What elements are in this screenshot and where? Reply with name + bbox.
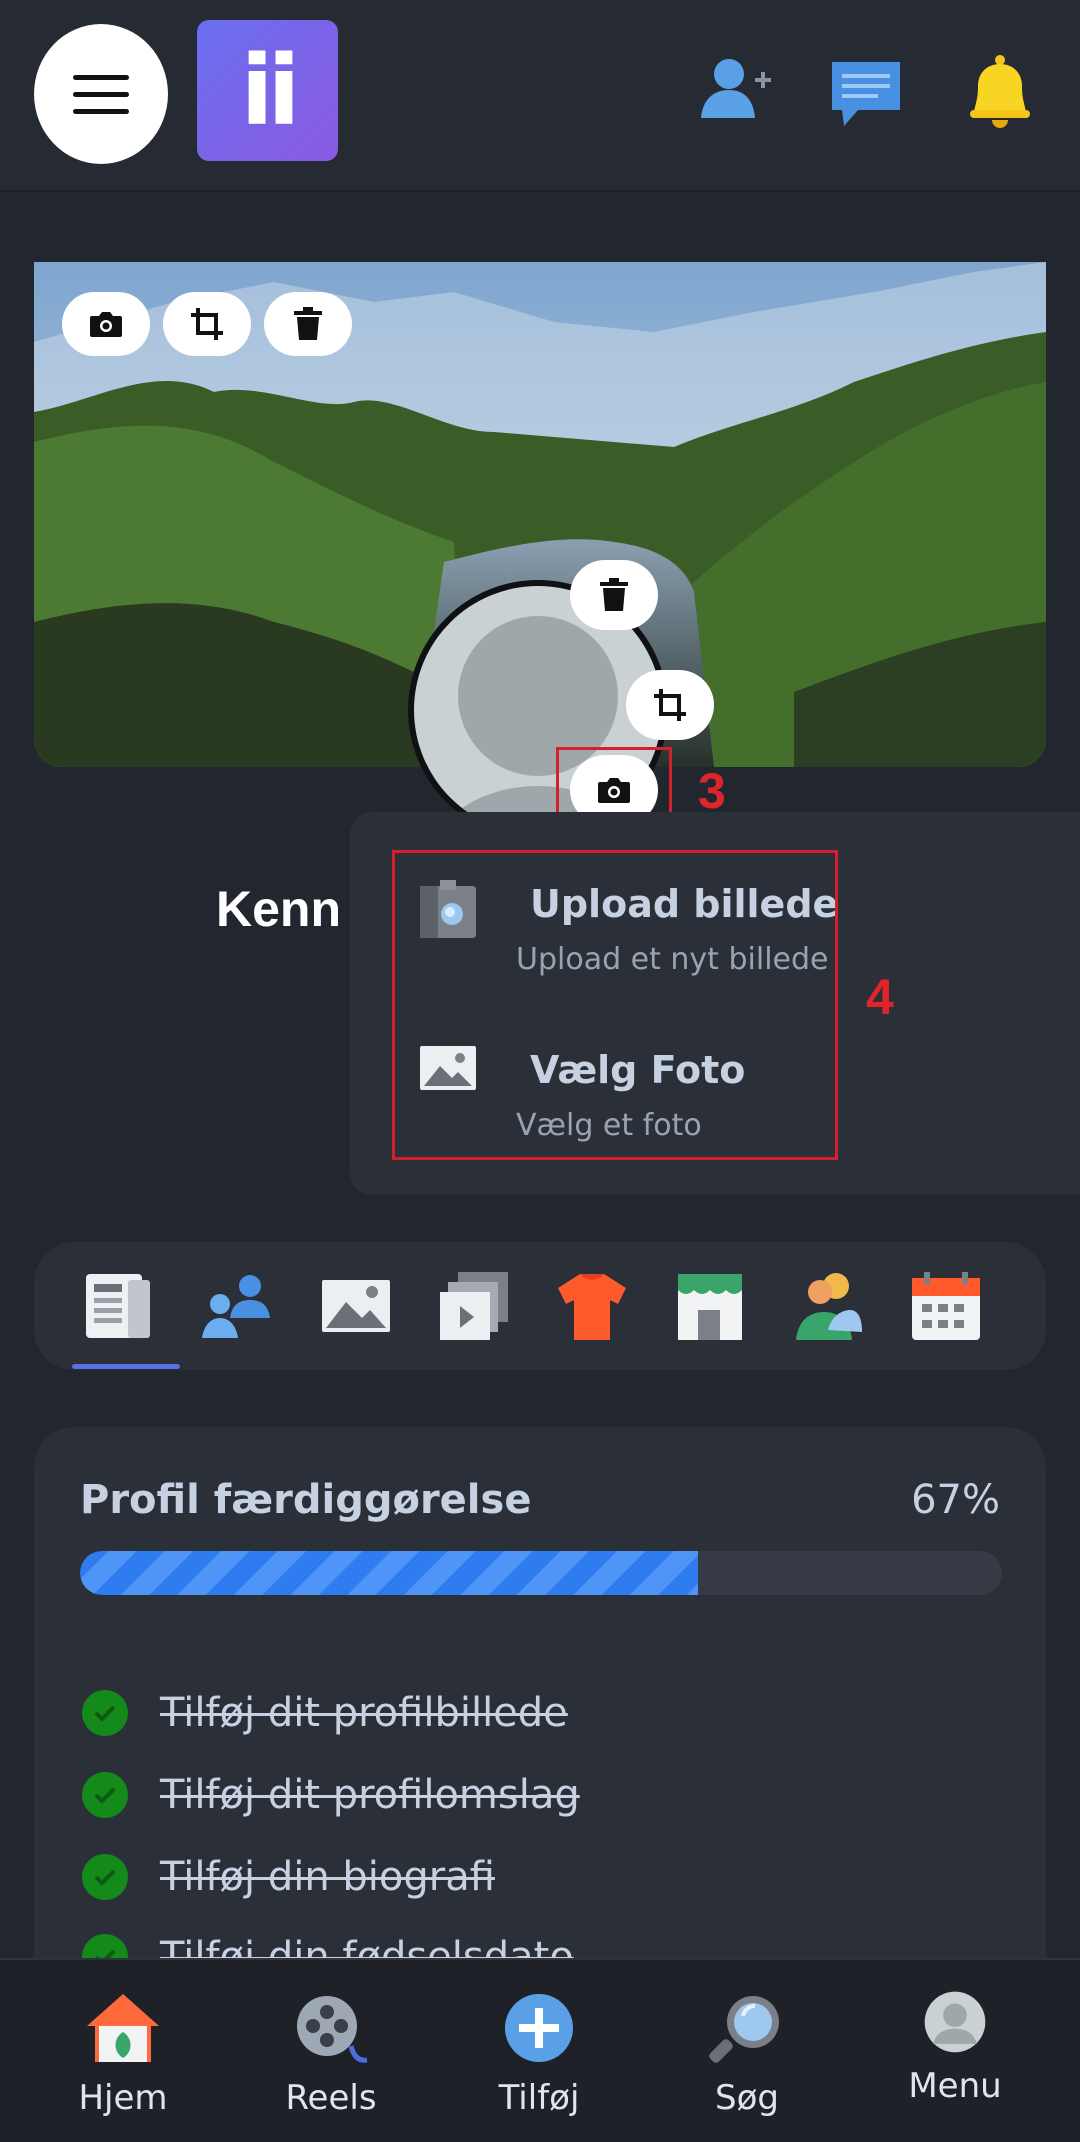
- videos-icon[interactable]: [438, 1270, 510, 1342]
- search-icon: [709, 1996, 779, 2063]
- avatar-delete-button[interactable]: [570, 560, 658, 630]
- completion-progress-bar: [80, 1551, 1002, 1595]
- task-text: Tilføj dit profilomslag: [160, 1772, 580, 1818]
- nav-menu-label: Menu: [908, 2066, 1002, 2106]
- nav-reels[interactable]: Reels: [241, 1990, 421, 2118]
- user-menu-icon: [924, 1991, 986, 2053]
- crop-icon: [654, 689, 686, 721]
- avatar-crop-button[interactable]: [626, 670, 714, 740]
- hamburger-menu-button[interactable]: [34, 24, 168, 164]
- active-tab-indicator: [72, 1364, 180, 1369]
- posts-icon[interactable]: [82, 1270, 154, 1342]
- film-reel-icon: [297, 1996, 368, 2063]
- task-item[interactable]: Tilføj dit profilbillede: [82, 1683, 568, 1743]
- completion-title: Profil færdiggørelse: [80, 1477, 532, 1523]
- crop-icon: [191, 308, 223, 340]
- hamburger-menu-icon: [73, 74, 129, 80]
- cover-delete-button[interactable]: [264, 292, 352, 356]
- task-text: Tilføj dit profilbillede: [160, 1690, 568, 1736]
- nav-search[interactable]: Søg: [657, 1990, 837, 2118]
- task-text: Tilføj din biografi: [160, 1854, 495, 1900]
- nav-search-label: Søg: [715, 2078, 779, 2118]
- shirt-icon[interactable]: [556, 1270, 628, 1342]
- camera-icon: [90, 312, 122, 337]
- add-friend-icon[interactable]: [695, 52, 775, 132]
- nav-home[interactable]: Hjem: [33, 1990, 213, 2118]
- home-icon: [87, 1994, 159, 2062]
- step-4-label: 4: [866, 969, 894, 1025]
- groups-icon[interactable]: [792, 1270, 864, 1342]
- completion-progress-fill: [80, 1551, 698, 1595]
- cover-camera-button[interactable]: [62, 292, 150, 356]
- task-item[interactable]: Tilføj dit profilomslag: [82, 1765, 580, 1825]
- check-icon: [82, 1854, 128, 1900]
- check-icon: [82, 1772, 128, 1818]
- trash-icon: [600, 578, 628, 611]
- profile-tabs: [34, 1242, 1046, 1370]
- cover-crop-button[interactable]: [163, 292, 251, 356]
- app-logo[interactable]: ii: [197, 20, 338, 161]
- nav-add-label: Tilføj: [498, 2078, 580, 2118]
- bottom-navigation: Hjem Reels Tilføj Søg Menu: [0, 1958, 1080, 2142]
- profile-name: Kenn: [216, 881, 341, 937]
- top-app-bar: ii: [0, 0, 1080, 192]
- nav-add[interactable]: Tilføj: [449, 1990, 629, 2118]
- task-item[interactable]: Tilføj din biografi: [82, 1847, 495, 1907]
- notifications-bell-icon[interactable]: [960, 52, 1040, 132]
- friends-icon[interactable]: [200, 1270, 272, 1342]
- check-icon: [82, 1690, 128, 1736]
- plus-icon: [505, 1994, 573, 2062]
- messages-icon[interactable]: [830, 52, 902, 132]
- trash-icon: [294, 307, 322, 340]
- completion-percent: 67%: [911, 1477, 1000, 1523]
- nav-reels-label: Reels: [285, 2078, 377, 2118]
- store-icon[interactable]: [674, 1270, 746, 1342]
- photos-icon[interactable]: [320, 1270, 392, 1342]
- calendar-icon[interactable]: [910, 1270, 982, 1342]
- nav-menu[interactable]: Menu: [865, 1990, 1045, 2106]
- step-4-highlight: [392, 850, 838, 1160]
- nav-home-label: Hjem: [78, 2078, 168, 2118]
